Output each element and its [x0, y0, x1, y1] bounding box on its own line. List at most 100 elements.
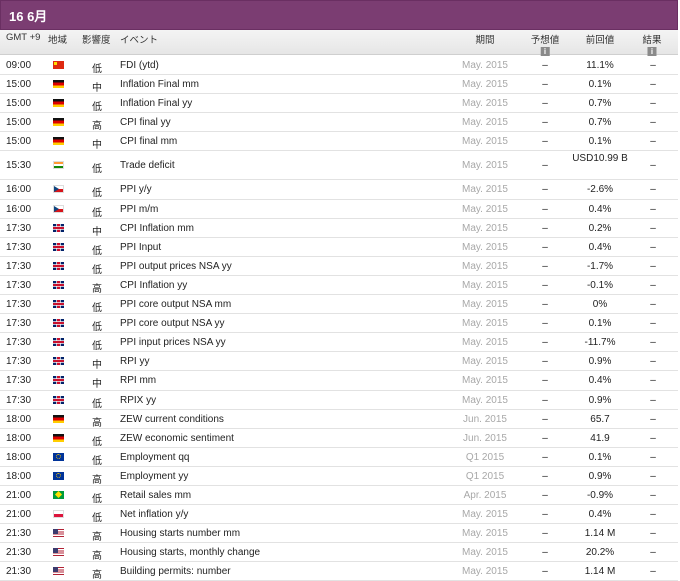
forecast-cell: –	[542, 547, 548, 559]
result-cell: –	[650, 528, 656, 540]
flag-de-icon	[53, 118, 64, 127]
event-name[interactable]: ZEW current conditions	[120, 414, 224, 425]
table-row[interactable]: 18:00 低 ZEW economic sentiment Jun. 2015 – 41…	[0, 428, 678, 448]
event-name[interactable]: Inflation Final yy	[120, 98, 192, 109]
flag-cn-icon	[53, 61, 64, 69]
impact-cell: 低	[92, 303, 102, 315]
result-cell: –	[650, 509, 656, 521]
event-name[interactable]: Net inflation y/y	[120, 509, 188, 520]
period-cell: May. 2015	[462, 337, 508, 349]
event-name[interactable]: ZEW economic sentiment	[120, 433, 234, 444]
impact-cell: 高	[92, 417, 102, 429]
period-cell: Jun. 2015	[463, 413, 507, 425]
event-name[interactable]: Housing starts number mm	[120, 528, 240, 539]
event-name[interactable]: FDI (ytd)	[120, 60, 159, 71]
table-row[interactable]: 15:30 低 Trade deficit May. 2015 – USD10.99 B –	[0, 151, 678, 181]
period-cell: May. 2015	[462, 394, 508, 406]
info-icon[interactable]: i	[647, 47, 657, 56]
event-name[interactable]: Building permits: number	[120, 566, 231, 577]
result-cell: –	[650, 394, 656, 406]
col-result[interactable]: 結果 i	[642, 32, 662, 56]
event-name[interactable]: Retail sales mm	[120, 490, 191, 501]
forecast-cell: –	[542, 222, 548, 234]
event-name[interactable]: PPI core output NSA yy	[120, 318, 225, 329]
event-name[interactable]: RPI yy	[120, 356, 149, 367]
col-period[interactable]: 期間	[475, 32, 494, 46]
result-cell: –	[650, 489, 656, 501]
table-row[interactable]: 15:00 中 Inflation Final mm May. 2015 – 0.1% –	[0, 75, 678, 95]
event-name[interactable]: Trade deficit	[120, 160, 175, 171]
table-row[interactable]: 17:30 低 PPI Input May. 2015 – 0.4% –	[0, 237, 678, 257]
flag-cz-icon	[53, 185, 64, 194]
previous-cell: -11.7%	[584, 337, 616, 349]
event-name[interactable]: PPI core output NSA mm	[120, 299, 231, 310]
event-name[interactable]: Housing starts, monthly change	[120, 547, 260, 558]
event-name[interactable]: Employment yy	[120, 471, 188, 482]
table-row[interactable]: 17:30 中 CPI Inflation mm May. 2015 – 0.2% –	[0, 218, 678, 238]
table-row[interactable]: 17:30 低 RPIX yy May. 2015 – 0.9% –	[0, 390, 678, 410]
table-row[interactable]: 21:30 高 Building permits: number May. 2015 –…	[0, 562, 678, 581]
event-name[interactable]: Employment qq	[120, 452, 189, 463]
previous-cell: -1.7%	[586, 260, 614, 272]
table-row[interactable]: 21:00 低 Net inflation y/y May. 2015 – 0.4% –	[0, 505, 678, 525]
time-cell: 15:00	[6, 79, 32, 91]
event-name[interactable]: CPI final yy	[120, 117, 171, 128]
time-cell: 15:30	[6, 160, 32, 172]
date-title-bar: 16 6月	[0, 0, 678, 30]
col-event[interactable]: イベント	[120, 32, 158, 46]
info-icon[interactable]: i	[540, 47, 550, 56]
table-row[interactable]: 17:30 中 RPI yy May. 2015 – 0.9% –	[0, 352, 678, 372]
period-cell: Apr. 2015	[463, 489, 507, 501]
table-row[interactable]: 17:30 低 PPI input prices NSA yy May. 2015 – -…	[0, 333, 678, 353]
table-row[interactable]: 21:30 高 Housing starts number mm May. 2015 –…	[0, 524, 678, 544]
forecast-cell: –	[542, 203, 548, 215]
table-row[interactable]: 17:30 中 RPI mm May. 2015 – 0.4% –	[0, 371, 678, 391]
period-cell: Jun. 2015	[463, 432, 507, 444]
event-name[interactable]: PPI y/y	[120, 184, 152, 195]
event-name[interactable]: PPI input prices NSA yy	[120, 337, 226, 348]
table-row[interactable]: 15:00 高 CPI final yy May. 2015 – 0.7% –	[0, 113, 678, 133]
table-row[interactable]: 17:30 低 PPI core output NSA mm May. 2015 – 0%…	[0, 295, 678, 315]
forecast-cell: –	[542, 318, 548, 330]
event-name[interactable]: PPI output prices NSA yy	[120, 261, 232, 272]
event-name[interactable]: RPI mm	[120, 375, 156, 386]
event-name[interactable]: CPI Inflation mm	[120, 223, 194, 234]
event-name[interactable]: PPI m/m	[120, 204, 158, 215]
period-cell: Q1 2015	[465, 470, 505, 482]
period-cell: May. 2015	[462, 260, 508, 272]
table-row[interactable]: 15:00 中 CPI final mm May. 2015 – 0.1% –	[0, 132, 678, 152]
table-row[interactable]: 17:30 低 PPI core output NSA yy May. 2015 – 0.…	[0, 314, 678, 334]
table-row[interactable]: 18:00 高 ZEW current conditions Jun. 2015 – 65…	[0, 409, 678, 429]
table-row[interactable]: 18:00 高 Employment yy Q1 2015 – 0.9% –	[0, 466, 678, 486]
col-impact[interactable]: 影響度	[82, 32, 111, 46]
table-row[interactable]: 17:30 高 CPI Inflation yy May. 2015 – -0.1% –	[0, 275, 678, 296]
event-name[interactable]: CPI Inflation yy	[120, 280, 187, 291]
event-name[interactable]: CPI final mm	[120, 136, 177, 147]
impact-cell: 低	[92, 64, 102, 75]
table-row[interactable]: 15:00 低 Inflation Final yy May. 2015 – 0.7% –	[0, 94, 678, 114]
table-row[interactable]: 16:00 低 PPI y/y May. 2015 – -2.6% –	[0, 180, 678, 200]
previous-cell: 0.7%	[588, 117, 612, 129]
time-cell: 17:30	[6, 260, 32, 272]
period-cell: May. 2015	[462, 528, 508, 540]
table-row[interactable]: 21:00 低 Retail sales mm Apr. 2015 – -0.9% –	[0, 485, 678, 506]
time-cell: 17:30	[6, 299, 32, 311]
col-previous[interactable]: 前回値	[586, 32, 615, 46]
forecast-cell: –	[542, 184, 548, 196]
event-name[interactable]: RPIX yy	[120, 395, 156, 406]
col-time[interactable]: GMT +9	[6, 32, 40, 43]
period-cell: May. 2015	[462, 117, 508, 129]
event-name[interactable]: PPI Input	[120, 242, 161, 253]
col-forecast[interactable]: 予想値 i	[531, 32, 559, 56]
table-row[interactable]: 09:00 低 FDI (ytd) May. 2015 – 11.1% –	[0, 56, 678, 76]
table-row[interactable]: 21:30 高 Housing starts, monthly change May.…	[0, 543, 678, 563]
time-cell: 21:00	[6, 489, 32, 501]
time-cell: 15:00	[6, 136, 32, 148]
table-row[interactable]: 17:30 低 PPI output prices NSA yy May. 2015 –…	[0, 256, 678, 276]
impact-cell: 高	[92, 121, 102, 133]
table-row[interactable]: 16:00 低 PPI m/m May. 2015 – 0.4% –	[0, 199, 678, 219]
col-region[interactable]: 地域	[48, 32, 67, 46]
time-cell: 17:30	[6, 337, 32, 349]
table-row[interactable]: 18:00 低 Employment qq Q1 2015 – 0.1% –	[0, 447, 678, 467]
event-name[interactable]: Inflation Final mm	[120, 79, 199, 90]
